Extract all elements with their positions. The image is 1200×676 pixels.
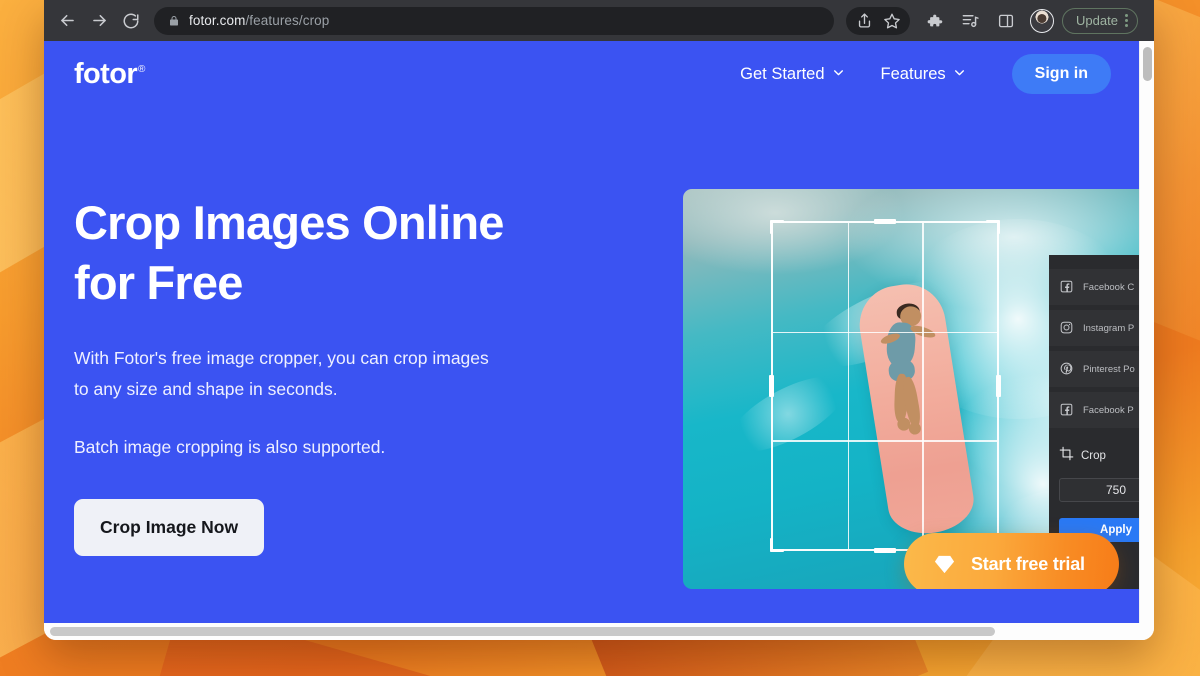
vertical-scrollbar-thumb[interactable] (1143, 47, 1152, 81)
product-preview: Facebook C Instagram P Pinterest Po Face… (683, 189, 1139, 589)
vertical-scrollbar[interactable] (1139, 41, 1154, 623)
update-button-label: Update (1076, 13, 1118, 28)
preset-item[interactable]: Pinterest Po (1049, 351, 1139, 387)
crop-size-input[interactable]: 750 (1059, 478, 1139, 502)
browser-toolbar: fotor.com/features/crop Update (44, 0, 1154, 41)
share-bookmark-group (846, 6, 910, 35)
update-button[interactable]: Update (1062, 7, 1138, 34)
crop-image-now-button[interactable]: Crop Image Now (74, 499, 265, 556)
logo-registered-mark: ® (138, 63, 145, 75)
crop-tool-label: Crop (1081, 450, 1106, 462)
crop-gridline (847, 223, 850, 549)
hero-copy: Crop Images Online for Free With Fotor's… (74, 193, 674, 556)
start-free-trial-button[interactable]: Start free trial (904, 533, 1119, 589)
nav-item-get-started[interactable]: Get Started (740, 65, 844, 84)
nav-item-label: Get Started (740, 64, 825, 83)
forward-arrow-icon[interactable] (84, 6, 114, 36)
horizontal-scrollbar[interactable] (44, 623, 1154, 640)
sign-in-button[interactable]: Sign in (1011, 54, 1111, 94)
profile-avatar[interactable] (1030, 8, 1054, 33)
pinterest-icon (1059, 361, 1075, 377)
crop-handle-left[interactable] (769, 375, 774, 397)
nav-item-label: Features (880, 64, 946, 83)
crop-gridline (773, 331, 997, 334)
crop-handle-bottom[interactable] (874, 548, 896, 553)
crop-handle-right[interactable] (996, 375, 1001, 397)
media-playlist-icon[interactable] (956, 7, 984, 35)
share-icon[interactable] (850, 7, 878, 35)
url-domain: fotor.com (189, 13, 246, 28)
url-text: fotor.com/features/crop (189, 13, 329, 28)
preset-item[interactable]: Instagram P (1049, 310, 1139, 346)
preset-label: Instagram P (1083, 322, 1135, 334)
horizontal-scrollbar-thumb[interactable] (50, 627, 995, 636)
hero-description: With Fotor's free image cropper, you can… (74, 348, 489, 399)
puzzle-piece-icon[interactable] (920, 7, 948, 35)
preset-item[interactable]: Facebook P (1049, 392, 1139, 428)
address-bar[interactable]: fotor.com/features/crop (154, 6, 834, 35)
facebook-icon (1059, 279, 1075, 295)
fotor-logo[interactable]: fotor® (74, 58, 145, 91)
preset-label: Pinterest Po (1083, 363, 1135, 375)
crop-controls: Crop 750 Apply (1049, 446, 1139, 542)
star-icon[interactable] (878, 7, 906, 35)
main-nav: Get Started Features Sign in (740, 54, 1111, 94)
browser-window: fotor.com/features/crop Update fotor® Ge… (44, 0, 1154, 640)
page-title: Crop Images Online for Free (74, 196, 504, 309)
chevron-down-icon (832, 65, 845, 84)
nav-item-features[interactable]: Features (881, 65, 966, 84)
logo-text: fotor (74, 57, 138, 90)
page-viewport: fotor® Get Started Features Sign in Crop… (44, 41, 1154, 623)
preset-label: Facebook C (1083, 281, 1135, 293)
crop-gridline (773, 440, 997, 442)
facebook-icon (1059, 402, 1075, 418)
instagram-icon (1059, 320, 1075, 336)
crop-handle-bottom-left[interactable] (770, 538, 784, 552)
url-path: /features/crop (245, 13, 330, 28)
crop-tool-row: Crop (1059, 446, 1139, 466)
hero-description-secondary: Batch image cropping is also supported. (74, 437, 386, 457)
start-free-trial-label: Start free trial (971, 553, 1085, 574)
side-panel-icon[interactable] (992, 7, 1020, 35)
back-arrow-icon[interactable] (52, 6, 82, 36)
crop-tool-icon (1059, 446, 1074, 466)
crop-handle-top-left[interactable] (770, 220, 784, 234)
diamond-icon (932, 553, 957, 576)
kebab-menu-icon[interactable] (1122, 14, 1131, 27)
crop-handle-top-right[interactable] (986, 220, 1000, 234)
crop-gridline (922, 223, 924, 549)
preset-item[interactable]: Facebook C (1049, 269, 1139, 305)
web-page: fotor® Get Started Features Sign in Crop… (44, 41, 1139, 623)
crop-handle-top[interactable] (874, 219, 896, 224)
reload-icon[interactable] (116, 6, 146, 36)
crop-selection-box[interactable] (769, 219, 1001, 553)
site-header: fotor® Get Started Features Sign in (44, 41, 1139, 107)
chevron-down-icon (953, 65, 966, 84)
preset-label: Facebook P (1083, 404, 1134, 416)
lock-icon (168, 15, 180, 27)
